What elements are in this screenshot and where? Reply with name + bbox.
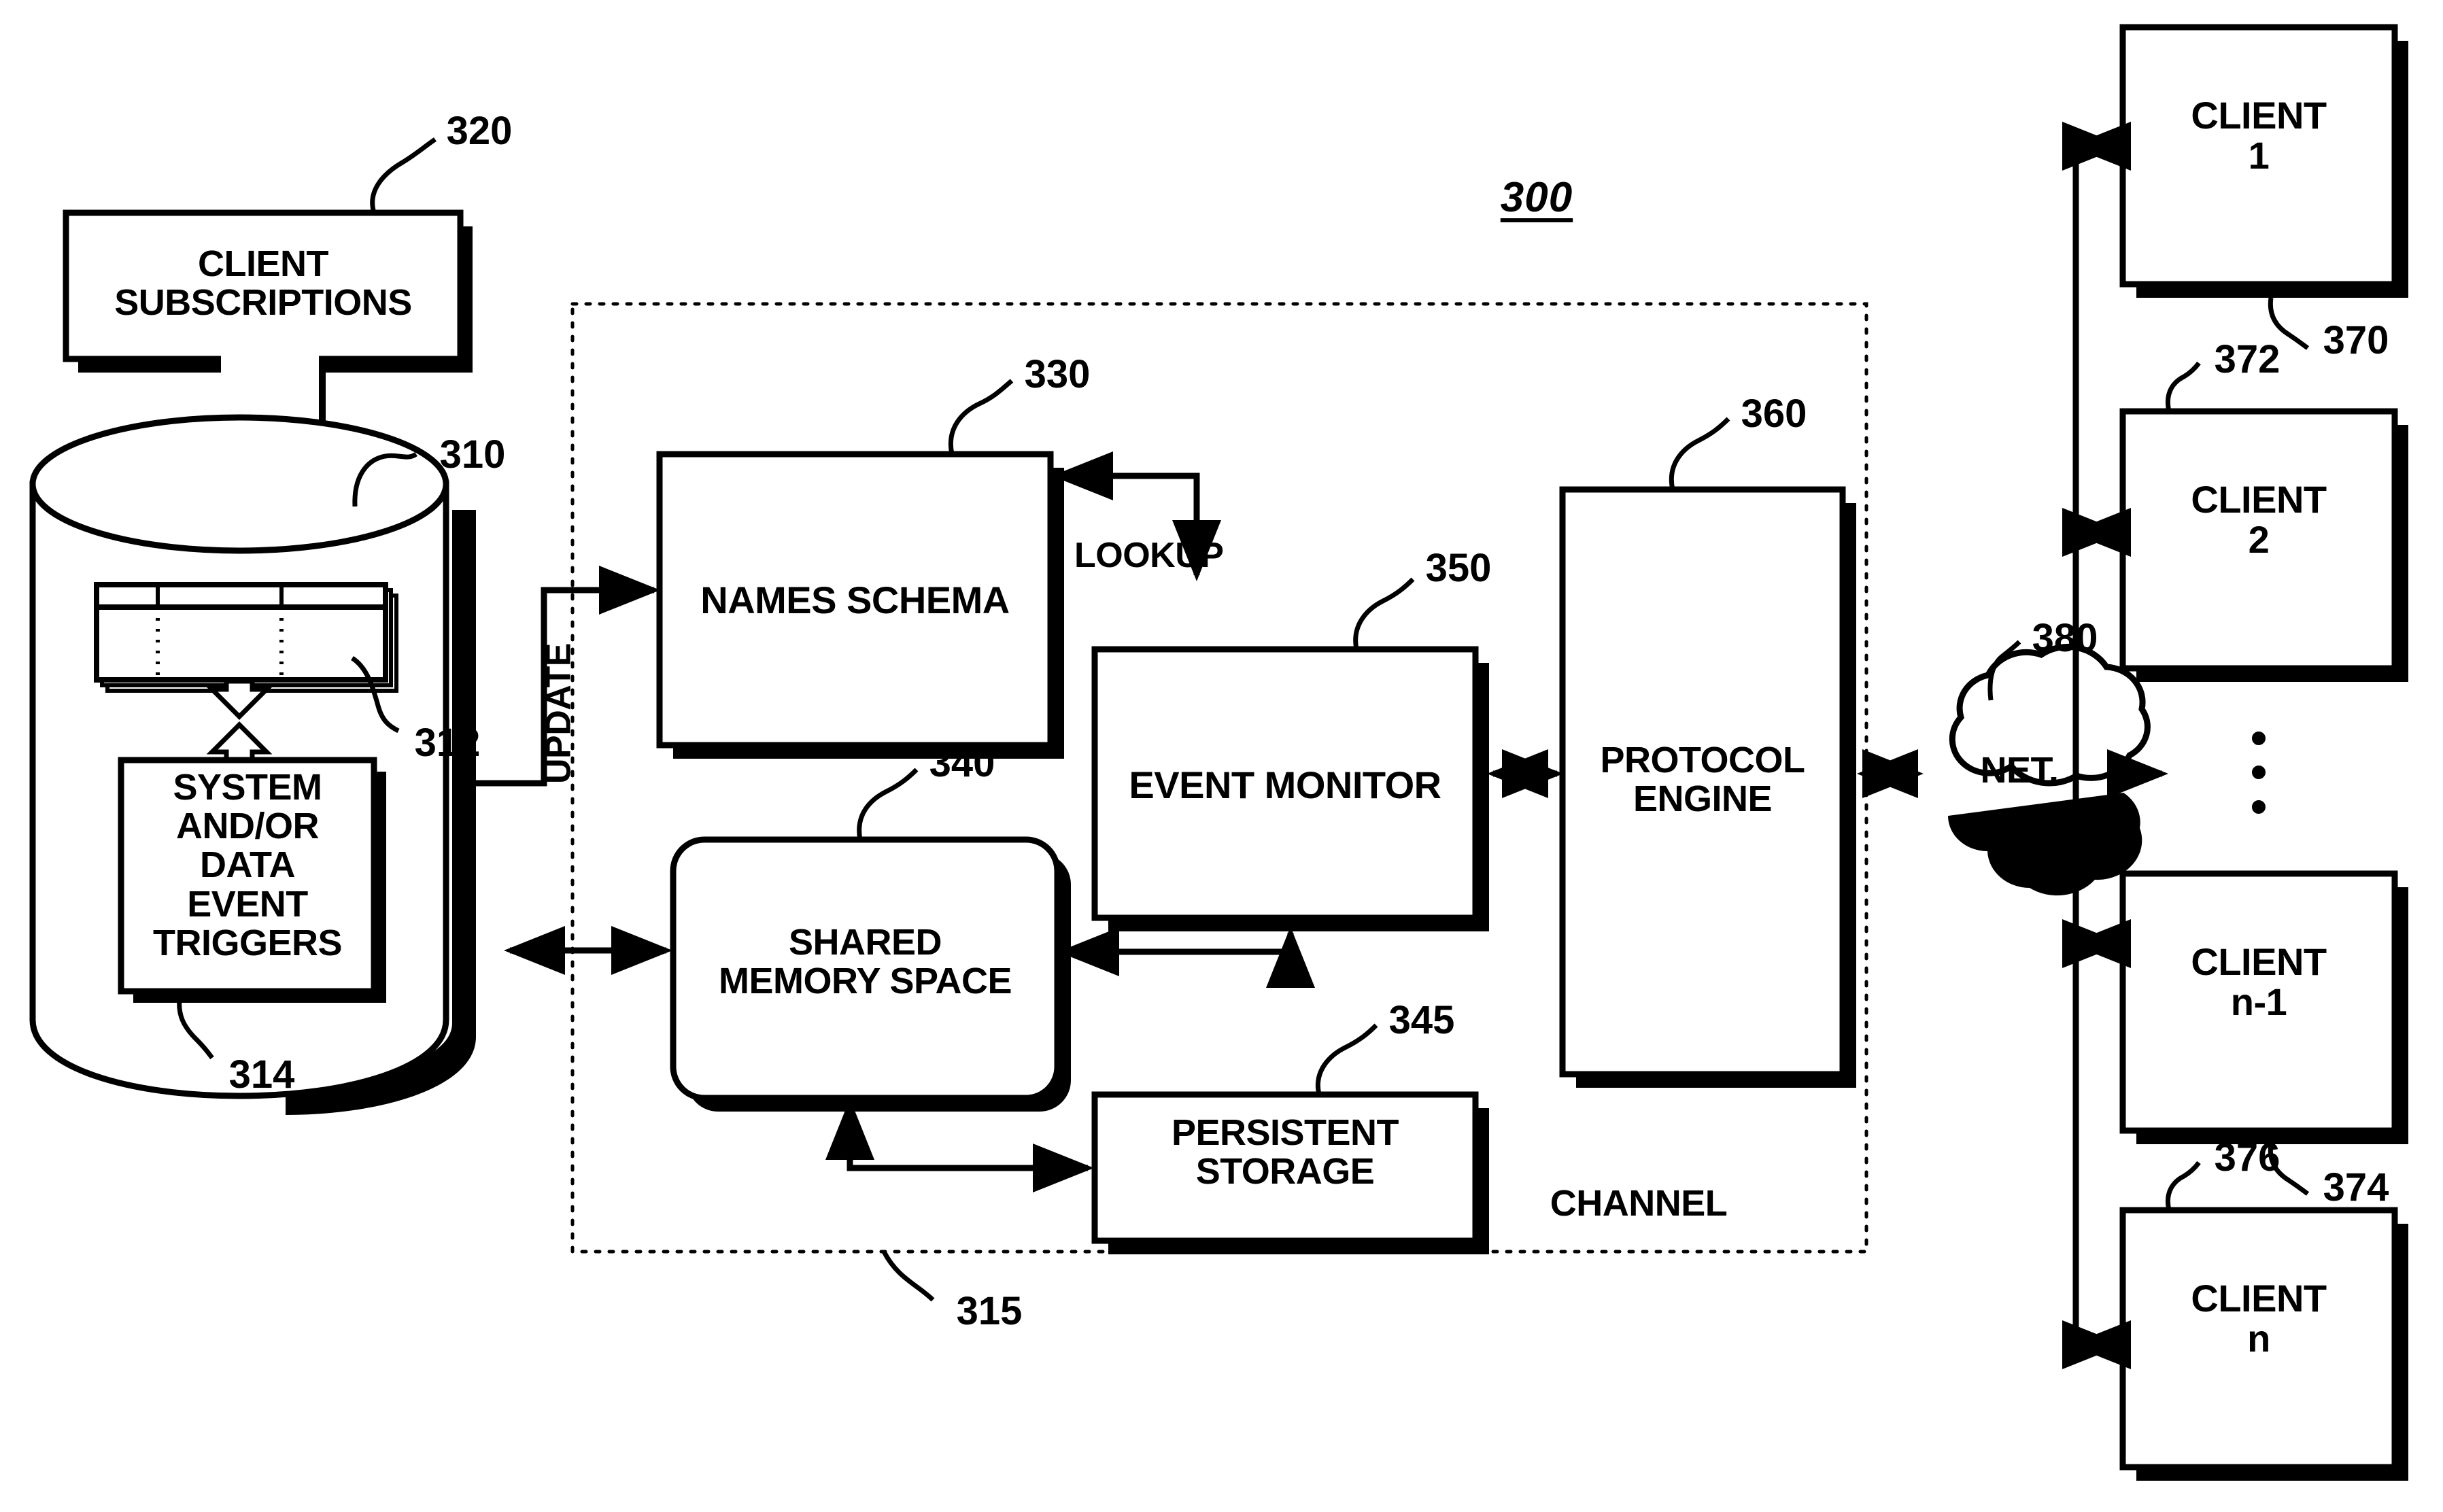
leader-330	[949, 379, 1014, 455]
ref-350: 350	[1425, 546, 1492, 590]
leader-320	[370, 137, 437, 214]
ref-372: 372	[2214, 337, 2280, 381]
ref-340: 340	[929, 741, 995, 785]
ref-312: 312	[414, 721, 481, 765]
ref-370: 370	[2323, 318, 2389, 362]
clients-ellipsis: • • •	[2250, 711, 2268, 833]
ref-320: 320	[446, 109, 513, 153]
client-1-label: CLIENT 1	[2191, 94, 2327, 177]
db-cylinder-top	[29, 414, 449, 554]
ref-380: 380	[2032, 616, 2098, 660]
leader-372	[2166, 361, 2201, 412]
update-flow-label: UPDATE	[539, 643, 579, 785]
ref-310: 310	[439, 432, 506, 477]
leader-376	[2166, 1161, 2201, 1211]
event-triggers-label: SYSTEM AND/OR DATA EVENT TRIGGERS	[152, 767, 343, 963]
figure-id-label: 300	[1500, 174, 1573, 221]
lookup-flow-label: LOOKUP	[1074, 536, 1224, 575]
leader-350	[1353, 577, 1415, 650]
leader-340	[857, 768, 919, 840]
protocol-engine-label: PROTOCOL ENGINE	[1600, 740, 1805, 820]
ref-345: 345	[1388, 998, 1455, 1042]
ref-374: 374	[2323, 1165, 2389, 1209]
shared-memory-storage-link	[825, 1099, 1094, 1192]
ref-315: 315	[956, 1289, 1023, 1333]
event-monitor-shared-memory-link	[1058, 927, 1315, 988]
patent-figure-canvas: 300 CLIENT SUBSCRIPTIONS 320 310 312 SYS…	[0, 0, 2443, 1512]
ref-360: 360	[1741, 392, 1807, 436]
channel-label: CHANNEL	[1550, 1183, 1728, 1224]
leader-315	[881, 1250, 935, 1302]
ref-376: 376	[2214, 1135, 2280, 1180]
ref-330: 330	[1024, 352, 1091, 396]
persistent-storage-label: PERSISTENT STORAGE	[1171, 1112, 1399, 1192]
client-n1-label: CLIENT n-1	[2191, 940, 2327, 1024]
network-label: NET.	[1980, 750, 2059, 791]
names-schema-label: NAMES SCHEMA	[700, 579, 1010, 621]
shared-memory-label: SHARED MEMORY SPACE	[718, 922, 1012, 1002]
event-monitor-label: EVENT MONITOR	[1129, 763, 1441, 806]
ref-314: 314	[228, 1052, 295, 1097]
client-subscriptions-label: CLIENT SUBSCRIPTIONS	[114, 243, 412, 324]
db-records-stack	[94, 582, 398, 693]
leader-360	[1669, 417, 1730, 490]
client-2-label: CLIENT 2	[2191, 478, 2327, 562]
client-n-label: CLIENT n	[2191, 1277, 2327, 1360]
leader-345	[1316, 1023, 1378, 1095]
